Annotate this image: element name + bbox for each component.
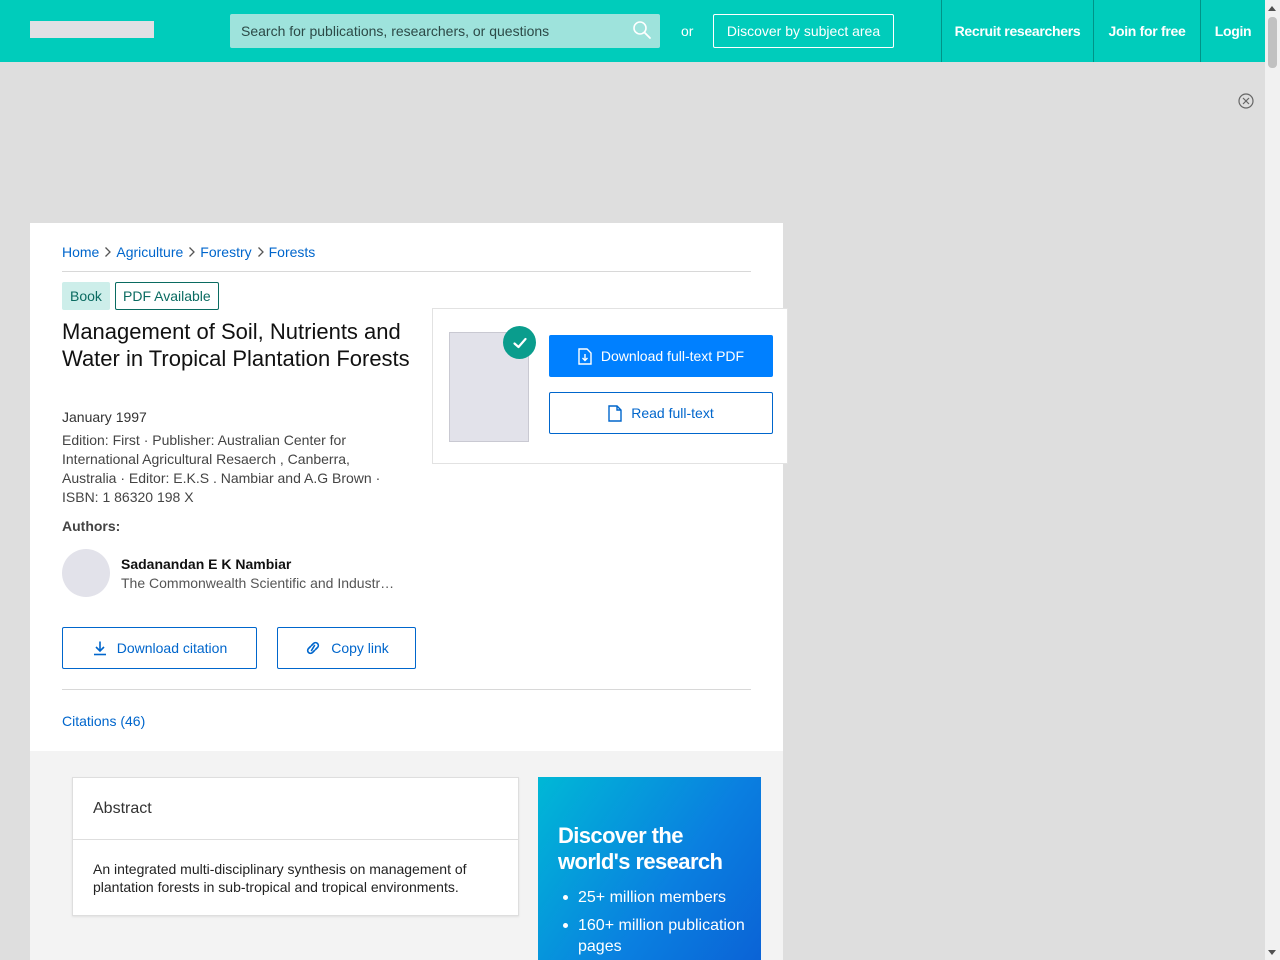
pdf-download-icon xyxy=(578,347,592,365)
breadcrumb-forestry[interactable]: Forestry xyxy=(200,244,251,260)
chevron-right-icon xyxy=(105,247,112,257)
chevron-right-icon xyxy=(257,247,264,257)
recruit-researchers-link[interactable]: Recruit researchers xyxy=(941,0,1093,62)
top-navigation-bar: or Discover by subject area Recruit rese… xyxy=(0,0,1265,62)
abstract-text: An integrated multi-disciplinary synthes… xyxy=(93,861,467,895)
download-full-text-pdf-button[interactable]: Download full-text PDF xyxy=(549,335,773,377)
document-icon xyxy=(608,404,622,422)
breadcrumb-agriculture[interactable]: Agriculture xyxy=(116,244,183,260)
author-name[interactable]: Sadanandan E K Nambiar xyxy=(121,556,291,572)
scroll-up-arrow-icon[interactable] xyxy=(1268,6,1276,11)
publication-details: Edition: First · Publisher: Australian C… xyxy=(62,432,381,505)
authors-label: Authors: xyxy=(62,518,121,534)
close-ad-icon[interactable] xyxy=(1238,93,1254,109)
read-full-text-button[interactable]: Read full-text xyxy=(549,392,773,434)
divider xyxy=(62,689,751,690)
divider xyxy=(62,271,751,272)
content-section: Abstract An integrated multi-disciplinar… xyxy=(30,751,783,960)
divider xyxy=(73,839,518,840)
author-avatar[interactable] xyxy=(62,549,110,597)
search-icon[interactable] xyxy=(632,20,652,40)
promo-list: 25+ million members 160+ million publica… xyxy=(560,887,750,960)
copy-link-label: Copy link xyxy=(331,640,389,656)
publication-date: January 1997 xyxy=(62,409,147,425)
search-input[interactable] xyxy=(230,14,660,48)
tab-citations[interactable]: Citations (46) xyxy=(62,713,145,729)
author-institution: The Commonwealth Scientific and Industri… xyxy=(121,575,396,591)
login-link[interactable]: Login xyxy=(1200,0,1265,62)
header-nav: Recruit researchers Join for free Login xyxy=(941,0,1265,62)
discover-research-promo[interactable]: Discover the world's research 25+ millio… xyxy=(538,777,761,960)
search-box xyxy=(230,14,660,48)
publication-title: Management of Soil, Nutrients and Water … xyxy=(62,319,410,371)
breadcrumb: Home Agriculture Forestry Forests xyxy=(62,244,315,260)
discover-by-subject-button[interactable]: Discover by subject area xyxy=(713,14,894,48)
scroll-down-arrow-icon[interactable] xyxy=(1268,950,1276,955)
abstract-heading: Abstract xyxy=(93,800,152,817)
download-pdf-label: Download full-text PDF xyxy=(600,348,745,364)
breadcrumb-home[interactable]: Home xyxy=(62,244,99,260)
page-scrollbar[interactable] xyxy=(1265,0,1280,960)
copy-link-button[interactable]: Copy link xyxy=(277,627,416,669)
pdf-available-badge: PDF Available xyxy=(115,282,219,310)
publication-type-badge: Book xyxy=(62,282,110,310)
promo-item: 160+ million publication pages xyxy=(560,915,750,957)
researchgate-logo[interactable] xyxy=(30,21,154,38)
join-for-free-link[interactable]: Join for free xyxy=(1093,0,1200,62)
download-icon xyxy=(93,641,106,656)
link-icon xyxy=(307,641,320,655)
checkmark-icon xyxy=(503,326,536,359)
promo-title: Discover the world's research xyxy=(558,823,723,874)
chevron-right-icon xyxy=(189,247,196,257)
scrollbar-thumb[interactable] xyxy=(1268,17,1277,68)
promo-item: 25+ million members xyxy=(560,887,750,908)
or-separator-text: or xyxy=(681,23,694,39)
fulltext-preview-card: Download full-text PDF Read full-text xyxy=(432,308,788,464)
breadcrumb-forests[interactable]: Forests xyxy=(269,244,316,260)
read-full-text-label: Read full-text xyxy=(631,405,714,421)
download-citation-button[interactable]: Download citation xyxy=(62,627,257,669)
download-citation-label: Download citation xyxy=(116,640,228,656)
abstract-card: Abstract An integrated multi-disciplinar… xyxy=(72,777,519,916)
